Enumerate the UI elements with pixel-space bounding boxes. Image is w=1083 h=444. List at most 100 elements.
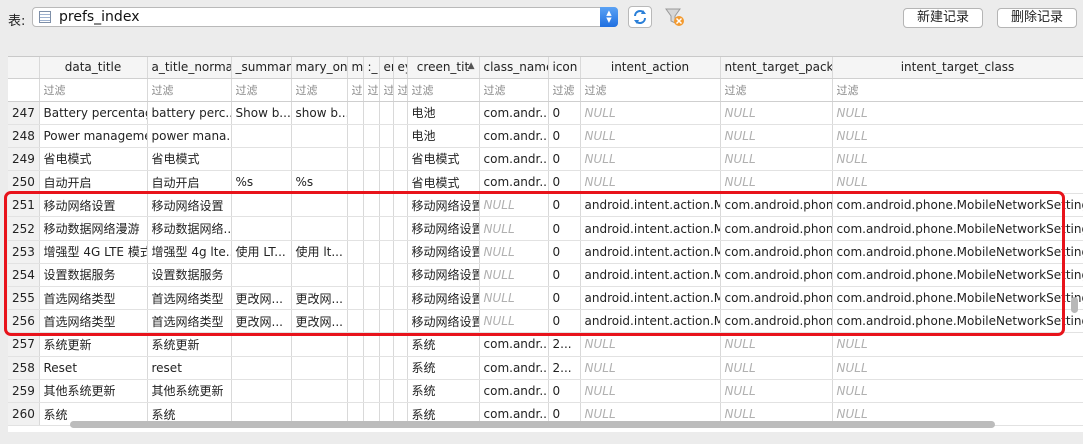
table-row[interactable]: 251 移动网络设置 移动网络设置 移动网络设置 NULL 0 android.intent… bbox=[8, 193, 1083, 218]
table-cell[interactable]: android.intent.action.MAIN bbox=[580, 309, 721, 334]
table-cell[interactable]: 0 bbox=[548, 286, 581, 311]
filter-input[interactable]: 过滤 bbox=[291, 78, 348, 102]
table-cell[interactable]: 移动网络设置 bbox=[407, 286, 480, 311]
table-cell[interactable]: 移动数据网络... bbox=[147, 216, 232, 241]
table-cell[interactable] bbox=[231, 379, 292, 403]
table-cell[interactable]: com.android.phone bbox=[720, 240, 833, 264]
table-cell[interactable]: com.andr... bbox=[479, 356, 549, 380]
table-cell[interactable]: 更改网... bbox=[231, 309, 292, 334]
clear-filter-button[interactable] bbox=[663, 6, 687, 28]
table-cell[interactable]: 首选网络类型 bbox=[147, 309, 232, 334]
table-row[interactable]: 255 首选网络类型 首选网络类型 更改网... 更改网... 移动网络设置 NULL 0 an… bbox=[8, 286, 1083, 311]
column-header[interactable]: intent_action bbox=[580, 57, 721, 79]
table-cell[interactable] bbox=[379, 170, 394, 195]
table-cell[interactable]: NULL bbox=[479, 216, 549, 241]
table-cell[interactable] bbox=[291, 193, 348, 218]
table-cell[interactable]: NULL bbox=[580, 101, 721, 125]
table-cell[interactable] bbox=[393, 170, 408, 195]
table-cell[interactable]: 移动网络设置 bbox=[147, 193, 232, 218]
filter-input[interactable]: 过滤 bbox=[393, 78, 408, 102]
table-cell[interactable]: 自动开启 bbox=[39, 170, 148, 195]
table-cell[interactable] bbox=[363, 309, 380, 334]
table-cell[interactable]: NULL bbox=[479, 240, 549, 264]
column-header[interactable]: class_name bbox=[479, 57, 549, 79]
table-cell[interactable]: 设置数据服务 bbox=[39, 263, 148, 288]
column-header[interactable]: a_title_normaliz bbox=[147, 57, 232, 79]
table-cell[interactable]: NULL bbox=[580, 356, 721, 380]
table-cell[interactable]: com.android.phone bbox=[720, 193, 833, 218]
table-cell[interactable] bbox=[347, 170, 364, 195]
table-cell[interactable] bbox=[347, 124, 364, 148]
table-cell[interactable]: 移动网络设置 bbox=[407, 216, 480, 241]
table-cell[interactable]: com.android.phone bbox=[720, 216, 833, 241]
table-row[interactable]: 253 增强型 4G LTE 模式 增强型 4g lte... 使用 LT... 使用 … bbox=[8, 240, 1083, 264]
table-cell[interactable] bbox=[363, 332, 380, 357]
table-cell[interactable] bbox=[393, 309, 408, 334]
table-cell[interactable]: Reset bbox=[39, 356, 148, 380]
delete-record-button[interactable]: 删除记录 bbox=[997, 8, 1077, 28]
table-cell[interactable]: NULL bbox=[832, 332, 1083, 357]
table-cell[interactable]: NULL bbox=[580, 379, 721, 403]
table-cell[interactable]: NULL bbox=[832, 124, 1083, 148]
table-cell[interactable]: NULL bbox=[720, 332, 833, 357]
table-cell[interactable] bbox=[363, 379, 380, 403]
table-cell[interactable] bbox=[363, 124, 380, 148]
table-cell[interactable] bbox=[291, 147, 348, 172]
table-cell[interactable]: 增强型 4g lte... bbox=[147, 240, 232, 264]
chevron-updown-icon[interactable]: ▲ ▼ bbox=[600, 7, 618, 27]
table-cell[interactable] bbox=[363, 286, 380, 311]
filter-input[interactable]: 过滤 bbox=[832, 78, 1083, 102]
table-cell[interactable] bbox=[379, 124, 394, 148]
table-cell[interactable]: com.android.phone.MobileNetworkSettings bbox=[832, 263, 1083, 288]
table-cell[interactable] bbox=[379, 263, 394, 288]
table-cell[interactable] bbox=[231, 332, 292, 357]
table-cell[interactable]: android.intent.action.MAIN bbox=[580, 263, 721, 288]
column-header[interactable]: :_ bbox=[363, 57, 380, 79]
table-cell[interactable]: 电池 bbox=[407, 124, 480, 148]
table-cell[interactable]: Show b... bbox=[231, 101, 292, 125]
table-cell[interactable]: NULL bbox=[479, 193, 549, 218]
table-cell[interactable]: 0 bbox=[548, 263, 581, 288]
table-cell[interactable]: 0 bbox=[548, 240, 581, 264]
column-header[interactable]: en bbox=[379, 57, 394, 79]
table-cell[interactable]: 更改网... bbox=[291, 309, 348, 334]
table-cell[interactable]: 增强型 4G LTE 模式 bbox=[39, 240, 148, 264]
table-cell[interactable]: com.android.phone bbox=[720, 263, 833, 288]
column-header[interactable]: _summary bbox=[231, 57, 292, 79]
table-row[interactable]: 249 省电模式 省电模式 省电模式 com.andr... 0 NULL NULL NULL bbox=[8, 147, 1083, 172]
table-cell[interactable] bbox=[347, 286, 364, 311]
filter-input[interactable]: 过滤 bbox=[39, 78, 148, 102]
table-cell[interactable] bbox=[231, 124, 292, 148]
table-cell[interactable]: 系统更新 bbox=[39, 332, 148, 357]
table-cell[interactable]: 移动网络设置 bbox=[407, 263, 480, 288]
table-cell[interactable]: com.android.phone.MobileNetworkSettings bbox=[832, 216, 1083, 241]
table-cell[interactable]: NULL bbox=[832, 147, 1083, 172]
table-cell[interactable]: com.android.phone.MobileNetworkSettings bbox=[832, 240, 1083, 264]
table-cell[interactable] bbox=[379, 101, 394, 125]
table-cell[interactable] bbox=[231, 147, 292, 172]
filter-input[interactable]: 过滤 bbox=[363, 78, 380, 102]
table-cell[interactable]: Battery percentage bbox=[39, 101, 148, 125]
table-cell[interactable]: com.andr... bbox=[479, 332, 549, 357]
table-cell[interactable]: 首选网络类型 bbox=[39, 309, 148, 334]
filter-input[interactable]: 过滤 bbox=[580, 78, 721, 102]
filter-input[interactable]: 过滤 bbox=[347, 78, 364, 102]
table-cell[interactable] bbox=[363, 170, 380, 195]
table-cell[interactable]: NULL bbox=[832, 379, 1083, 403]
table-cell[interactable]: 其他系统更新 bbox=[147, 379, 232, 403]
table-cell[interactable] bbox=[363, 356, 380, 380]
table-cell[interactable]: show b... bbox=[291, 101, 348, 125]
table-cell[interactable] bbox=[393, 263, 408, 288]
table-cell[interactable]: 0 bbox=[548, 101, 581, 125]
column-header[interactable]: icon bbox=[548, 57, 581, 79]
table-row[interactable]: 258 Reset reset 系统 com.andr... 2... NULL NULL NU… bbox=[8, 356, 1083, 380]
table-cell[interactable] bbox=[291, 332, 348, 357]
table-cell[interactable] bbox=[291, 379, 348, 403]
table-cell[interactable]: 更改网... bbox=[291, 286, 348, 311]
column-header[interactable]: mary_on_ bbox=[291, 57, 348, 79]
table-cell[interactable] bbox=[347, 147, 364, 172]
table-cell[interactable] bbox=[379, 216, 394, 241]
column-header[interactable]: creen_tit ▲ bbox=[407, 57, 480, 79]
table-cell[interactable] bbox=[347, 240, 364, 264]
table-cell[interactable]: 移动网络设置 bbox=[407, 309, 480, 334]
